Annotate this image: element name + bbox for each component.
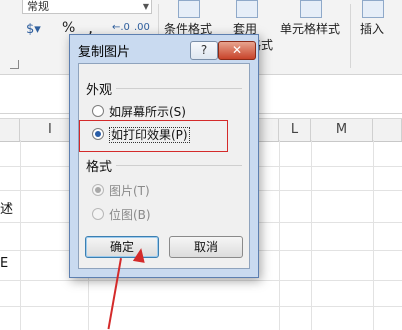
help-button[interactable]: ? bbox=[190, 41, 218, 60]
column-header[interactable] bbox=[373, 119, 402, 141]
cell-text: 述 bbox=[0, 202, 14, 217]
grid-line bbox=[20, 140, 21, 330]
cancel-button[interactable]: 取消 bbox=[169, 236, 243, 258]
increase-decimal-icon[interactable]: ←.0 bbox=[112, 22, 130, 33]
column-header-i[interactable] bbox=[259, 119, 279, 141]
group-divider bbox=[116, 165, 242, 166]
cell-styles-icon bbox=[300, 0, 322, 18]
ok-button[interactable]: 确定 bbox=[85, 236, 159, 258]
annotation-arrow-head bbox=[132, 247, 148, 263]
grid-line bbox=[279, 140, 280, 330]
cell-styles-button[interactable]: 单元格样式 bbox=[280, 20, 340, 37]
radio-label: 如屏幕所示(S) bbox=[109, 105, 186, 119]
radio-unselected-icon[interactable] bbox=[92, 105, 104, 117]
radio-label: 图片(T) bbox=[109, 184, 150, 198]
format-as-table-icon bbox=[236, 0, 258, 18]
grid-line bbox=[0, 280, 402, 281]
column-header-blank[interactable] bbox=[0, 119, 20, 141]
format-group-label: 格式 bbox=[86, 160, 113, 175]
number-format-value: 常规 bbox=[27, 0, 49, 13]
ribbon-separator bbox=[350, 4, 351, 68]
dialog-title: 复制图片 bbox=[78, 45, 131, 60]
conditional-format-icon bbox=[178, 0, 200, 18]
decrease-decimal-icon[interactable]: .00 bbox=[134, 22, 150, 33]
number-format-dropdown[interactable]: 常规 ▼ bbox=[22, 0, 152, 14]
insert-button[interactable]: 插入 bbox=[360, 20, 384, 37]
grid-line bbox=[311, 140, 312, 330]
annotation-highlight-box bbox=[79, 120, 228, 152]
column-header-l[interactable]: L bbox=[279, 119, 311, 141]
appearance-group-label: 外观 bbox=[86, 83, 113, 98]
cell-text: E bbox=[0, 256, 9, 271]
radio-unselected-icon[interactable] bbox=[92, 208, 104, 220]
close-button[interactable]: ✕ bbox=[218, 41, 256, 60]
column-header-m[interactable]: M bbox=[311, 119, 373, 141]
insert-icon bbox=[362, 0, 384, 18]
group-divider bbox=[116, 88, 242, 89]
radio-bitmap[interactable]: 位图(B) bbox=[92, 206, 151, 223]
column-header-i-label: I bbox=[48, 122, 52, 137]
radio-label: 位图(B) bbox=[109, 208, 151, 222]
radio-as-shown-on-screen[interactable]: 如屏幕所示(S) bbox=[92, 103, 186, 120]
grid-line bbox=[0, 306, 402, 307]
accounting-format-icon[interactable]: $▾ bbox=[26, 22, 41, 37]
radio-selected-icon[interactable] bbox=[92, 184, 104, 196]
grid-line bbox=[373, 140, 374, 330]
radio-picture[interactable]: 图片(T) bbox=[92, 182, 150, 199]
font-dialog-launcher-icon[interactable] bbox=[10, 60, 19, 69]
chevron-down-icon: ▼ bbox=[142, 2, 149, 11]
